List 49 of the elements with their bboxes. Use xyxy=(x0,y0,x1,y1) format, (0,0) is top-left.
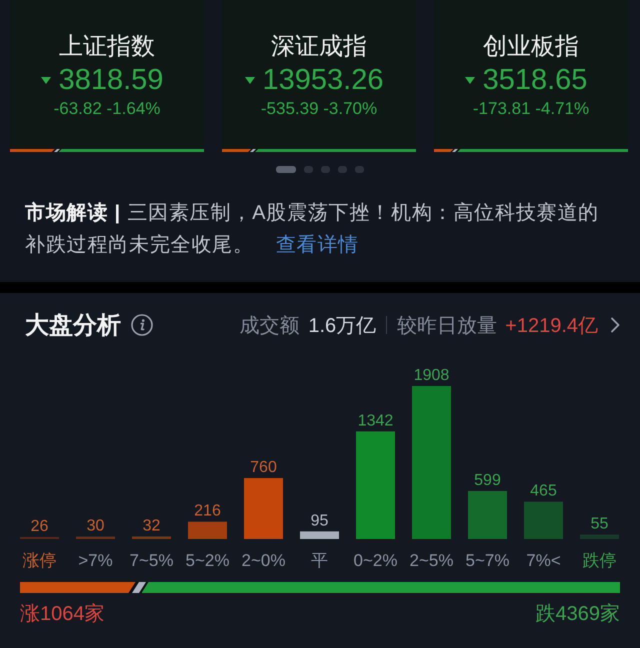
advancing-count: 涨1064家 xyxy=(20,602,104,626)
turnover-label: 成交额 xyxy=(239,314,300,338)
index-value: 3818.59 xyxy=(58,64,164,96)
bar-value-label: 1908 xyxy=(414,367,450,384)
index-change: -63.82 -1.64% xyxy=(54,99,160,119)
category-label: 涨停 xyxy=(22,551,56,570)
info-icon[interactable] xyxy=(131,314,153,336)
category-label: >7% xyxy=(78,551,113,570)
index-card[interactable]: 深证成指 13953.26 -535.39 -3.70% xyxy=(222,0,416,152)
bar-value-label: 599 xyxy=(474,472,501,489)
category-label: 平 xyxy=(311,551,328,570)
section-title: 大盘分析 xyxy=(25,311,121,341)
bar-value-label: 216 xyxy=(194,502,221,520)
index-name: 上证指数 xyxy=(59,33,155,61)
slash-icon xyxy=(132,582,146,593)
category-label: 7~5% xyxy=(130,551,174,570)
index-card[interactable]: 创业板指 3518.65 -173.81 -4.71% xyxy=(434,0,628,152)
bar-value-label: 55 xyxy=(590,516,608,533)
bar-value-label: 465 xyxy=(530,482,557,500)
bar-value-label: 760 xyxy=(250,459,277,476)
index-name: 深证成指 xyxy=(271,33,367,61)
category-label: 5~2% xyxy=(186,551,230,570)
chevron-right-icon[interactable] xyxy=(610,317,620,333)
category-label: 5~7% xyxy=(466,551,510,570)
details-link[interactable]: 查看详情 xyxy=(276,234,360,256)
slash-icon xyxy=(452,149,460,152)
slash-icon xyxy=(250,149,258,152)
category-label: 2~0% xyxy=(242,551,286,570)
category-label: 跌停 xyxy=(582,551,616,570)
index-card[interactable]: 上证指数 3818.59 -63.82 -1.64% xyxy=(10,0,204,152)
index-change: -535.39 -3.70% xyxy=(260,99,378,119)
news-summary: 市场解读 | 三因素压制，A股震荡下挫！机构：高位科技赛道的补跌过程尚未完全收尾。 查看详情 xyxy=(24,200,600,258)
bar-value-label: 95 xyxy=(310,512,328,530)
index-name: 创业板指 xyxy=(483,33,579,61)
index-value: 13953.26 xyxy=(262,64,384,96)
bar-value-label: 30 xyxy=(86,518,104,535)
category-label: 2~5% xyxy=(410,551,454,570)
category-label: 7%< xyxy=(526,551,561,570)
bar-value-label: 26 xyxy=(30,518,48,535)
category-label: 0~2% xyxy=(354,551,398,570)
bar-value-label: 1342 xyxy=(358,412,394,430)
slash-icon xyxy=(54,149,61,152)
compare-label: 较昨日放量 xyxy=(397,314,498,338)
compare-value: +1219.4亿 xyxy=(505,314,598,338)
index-value: 3518.65 xyxy=(482,64,588,96)
bar-value-label: 32 xyxy=(142,517,160,534)
turnover-value: 1.6万亿 xyxy=(308,314,376,338)
index-change: -173.81 -4.71% xyxy=(472,99,590,119)
declining-count: 跌4369家 xyxy=(536,602,620,626)
